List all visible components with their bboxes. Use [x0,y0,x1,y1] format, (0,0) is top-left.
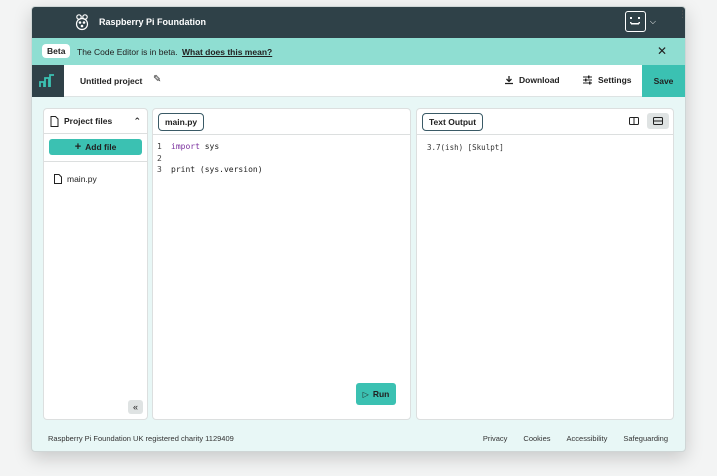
chevron-up-icon[interactable]: ⌃ [133,116,141,127]
code-area[interactable]: 1 import sys 2 3 print (sys.version) [153,135,410,176]
settings-sliders-icon [583,75,592,85]
line-number: 2 [157,153,162,163]
footer-link-safeguarding[interactable]: Safeguarding [623,434,668,443]
avatar[interactable] [624,11,646,32]
footer: Raspberry Pi Foundation UK registered ch… [32,425,685,451]
brand-name[interactable]: Raspberry Pi Foundation [99,17,206,27]
project-bar: Untitled project ✎ Download Settings Sav… [32,65,685,97]
editor-tab-bar: main.py [153,109,410,135]
code-text: sys [199,142,220,152]
project-files-panel: Project files ⌃ + Add file main.py « [43,108,148,420]
chevron-down-icon[interactable]: ⌵ [650,17,656,27]
settings-label: Settings [598,75,632,85]
footer-link-cookies[interactable]: Cookies [523,434,550,443]
project-name: Untitled project [80,76,143,86]
top-bar: Raspberry Pi Foundation ⌵ ⋮ [32,7,685,38]
output-panel: Text Output 3.7(ish) [Skulpt] [416,108,674,420]
footer-link-privacy[interactable]: Privacy [483,434,508,443]
collapse-sidebar-button[interactable]: « [128,400,143,414]
beta-banner: Beta The Code Editor is in beta. What do… [32,38,685,65]
add-file-label: Add file [85,142,117,152]
code-text: print (sys.version) [171,165,263,175]
download-icon [505,76,513,85]
pencil-icon[interactable]: ✎ [153,74,161,85]
output-tab-bar: Text Output [417,109,673,135]
add-file-button[interactable]: + Add file [49,139,142,155]
account-menu[interactable]: ⌵ [624,11,656,32]
editor-logo[interactable] [32,65,64,97]
code-editor-panel: main.py 1 import sys 2 3 print (sys.vers… [152,108,411,420]
footer-links: Privacy Cookies Accessibility Safeguardi… [483,434,668,443]
rows-icon [653,117,663,125]
code-line: 2 [153,153,410,165]
raspberry-logo-icon[interactable] [74,13,90,31]
play-icon: ▷ [362,389,369,399]
file-item-main-py[interactable]: main.py [44,162,147,196]
split-view-button[interactable] [623,113,645,129]
code-editor-logo-icon [39,74,54,87]
settings-button[interactable]: Settings [582,75,632,85]
code-keyword: import [171,142,200,152]
code-line: 1 import sys [153,141,410,153]
beta-badge: Beta [42,44,71,58]
view-toggle [623,113,669,129]
run-label: Run [372,389,390,399]
avatar-face-icon [629,17,640,25]
footer-link-accessibility[interactable]: Accessibility [567,434,608,443]
beta-message: The Code Editor is in beta. [77,47,178,57]
beta-info-link[interactable]: What does this mean? [182,47,272,57]
stacked-view-button[interactable] [647,113,669,129]
file-item-label: main.py [67,174,97,184]
file-icon [50,115,59,127]
download-label: Download [519,75,560,85]
tab-main-py[interactable]: main.py [158,113,205,131]
project-files-title: Project files [64,116,113,126]
tab-text-output[interactable]: Text Output [422,113,484,131]
close-icon[interactable]: ✕ [657,44,667,58]
save-button[interactable]: Save [642,65,685,97]
plus-icon: + [74,140,82,153]
line-number: 3 [157,165,162,175]
window-menu-icon[interactable]: ⋮ [678,9,685,20]
file-icon [54,174,62,184]
code-line: 3 print (sys.version) [153,164,410,176]
charity-notice: Raspberry Pi Foundation UK registered ch… [48,434,234,443]
project-files-header: Project files ⌃ [44,109,147,134]
run-button[interactable]: ▷ Run [356,383,396,405]
app-window: Raspberry Pi Foundation ⌵ ⋮ Beta The Cod… [31,6,686,452]
double-chevron-left-icon: « [132,402,138,412]
columns-icon [629,117,639,125]
download-button[interactable]: Download [504,75,560,85]
line-number: 1 [157,142,162,152]
text-output: 3.7(ish) [Skulpt] [427,143,504,152]
